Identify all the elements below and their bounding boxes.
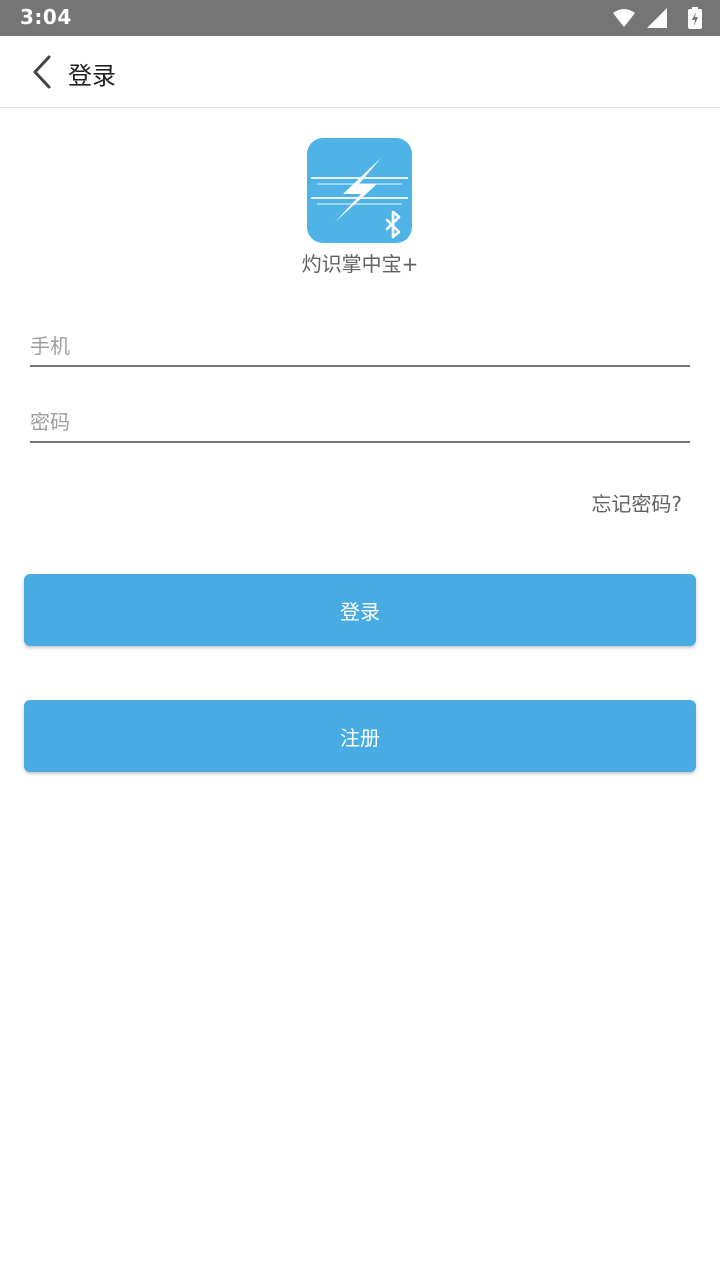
password-input[interactable] [30, 391, 690, 441]
cell-signal-icon [647, 8, 667, 28]
wifi-icon [613, 9, 635, 27]
chevron-left-icon [33, 55, 51, 89]
battery-charging-icon [688, 7, 702, 29]
register-button[interactable]: 注册 [24, 700, 696, 772]
lightning-bluetooth-logo [311, 158, 408, 239]
status-bar: 3:04 [0, 0, 720, 36]
app-name: 灼识掌中宝+ [301, 252, 419, 276]
login-button[interactable]: 登录 [24, 574, 696, 646]
phone-field-wrapper [30, 315, 690, 367]
back-button[interactable] [18, 48, 66, 96]
phone-input[interactable] [30, 315, 690, 365]
page-title: 登录 [68, 62, 116, 90]
forgot-password-link[interactable]: 忘记密码? [591, 488, 682, 517]
app-bar: 登录 [0, 36, 720, 108]
status-time: 3:04 [20, 5, 72, 29]
password-field-wrapper [30, 391, 690, 443]
app-logo [307, 138, 412, 243]
